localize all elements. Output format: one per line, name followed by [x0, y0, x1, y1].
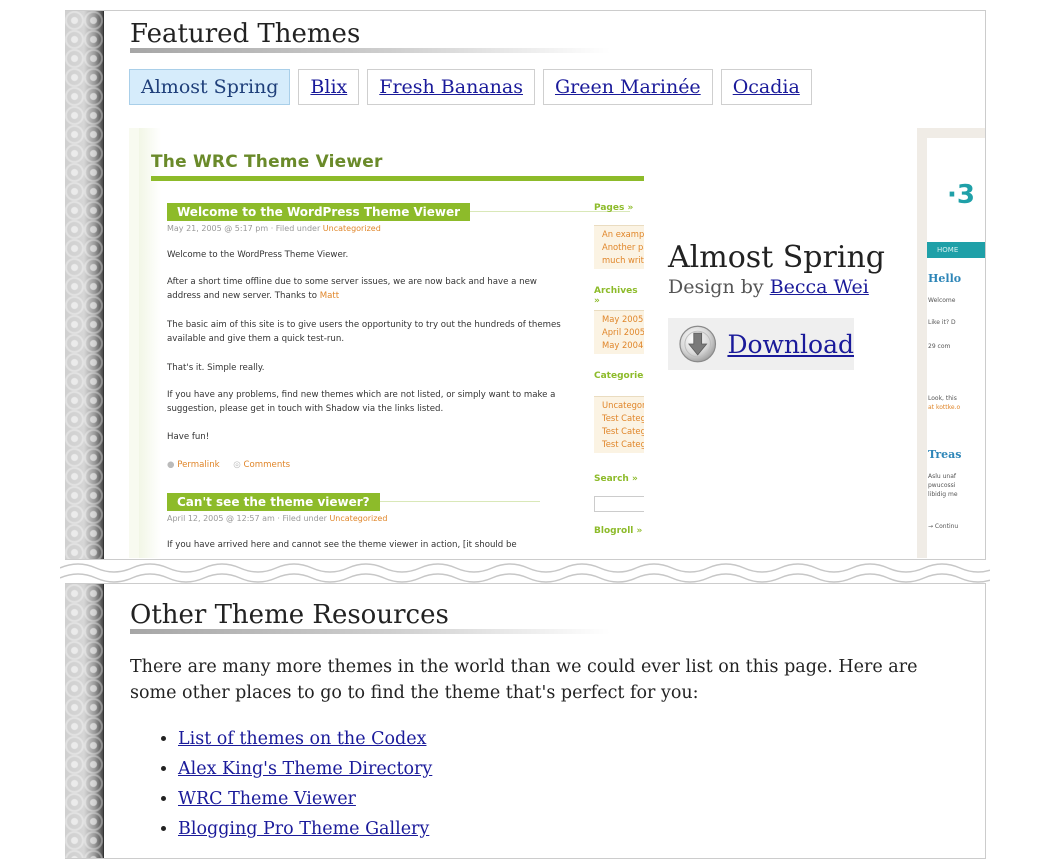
preview-pages-list: An example Another pag much writin — [594, 225, 644, 269]
resources-intro: There are many more themes in the world … — [130, 657, 918, 703]
next-preview-page: ·3 HOME Hello Welcome Like it? D 29 com … — [927, 138, 985, 558]
theme-preview-image[interactable]: The WRC Theme Viewer Welcome to the Word… — [129, 128, 644, 558]
resources-list: List of themes on the Codex Alex King's … — [130, 724, 432, 844]
next-preview-logo: ·3 — [947, 180, 975, 210]
tab-ocadia[interactable]: Ocadia — [720, 69, 812, 105]
next-preview-heading2: Treas — [928, 448, 962, 461]
list-item: WRC Theme Viewer — [178, 784, 432, 814]
preview-post1-p3: The basic aim of this site is to give us… — [167, 320, 561, 344]
tab-fresh-bananas[interactable]: Fresh Bananas — [367, 69, 535, 105]
featured-themes-panel: Featured Themes Almost Spring Blix Fresh… — [65, 10, 986, 560]
designer-link[interactable]: Becca Wei — [770, 276, 869, 298]
preview-post1-meta: May 21, 2005 @ 5:17 pm · Filed under Unc… — [167, 224, 381, 233]
next-preview-heading1: Hello — [928, 272, 962, 285]
preview-categories-heading: Categories — [594, 371, 644, 381]
next-preview-text3: 29 com — [928, 343, 951, 350]
featured-themes-heading: Featured Themes — [130, 19, 610, 53]
theme-info: Almost Spring Design by Becca Wei — [668, 241, 885, 299]
theme-name: Almost Spring — [668, 240, 885, 275]
wrc-theme-viewer-link[interactable]: WRC Theme Viewer — [178, 789, 356, 809]
next-preview-nav: HOME — [927, 242, 985, 258]
preview-search-box — [594, 496, 644, 512]
preview-post1-p1: Welcome to the WordPress Theme Viewer. — [167, 250, 349, 260]
next-preview-text6: → Continu — [928, 523, 959, 530]
next-preview-text2: Like it? D — [928, 319, 956, 326]
blogging-pro-gallery-link[interactable]: Blogging Pro Theme Gallery — [178, 819, 429, 839]
preview-post1-links: ● Permalink ◎ Comments — [167, 460, 291, 470]
preview-archives-list: May 2005 April 2005 May 2004 — [594, 310, 644, 354]
preview-search-heading: Search » — [594, 474, 638, 484]
next-preview-text1: Welcome — [928, 297, 956, 304]
download-link[interactable]: Download — [727, 330, 854, 359]
download-icon — [679, 325, 717, 363]
preview-site-title: The WRC Theme Viewer — [151, 152, 383, 172]
decorative-strip-bottom — [65, 584, 104, 858]
alex-king-directory-link[interactable]: Alex King's Theme Directory — [178, 759, 432, 779]
other-resources-heading: Other Theme Resources — [130, 600, 610, 634]
preview-post2-title: Can't see the theme viewer? — [167, 493, 540, 511]
next-preview-text4: Look, this at kottke.o — [928, 395, 961, 411]
preview-page: The WRC Theme Viewer Welcome to the Word… — [139, 128, 644, 558]
preview-post2-p1: If you have arrived here and cannot see … — [167, 540, 517, 550]
preview-post1-p5: If you have any problems, find new theme… — [167, 390, 556, 414]
next-preview-text5: Aslu unaf pwucossi libidig me — [928, 473, 958, 498]
preview-categories-list: Uncategoriz Test Catego Test Catego Test… — [594, 396, 644, 453]
theme-tabs: Almost Spring Blix Fresh Bananas Green M… — [129, 69, 812, 105]
preview-post1-title: Welcome to the WordPress Theme Viewer — [167, 203, 631, 221]
preview-pages-heading: Pages » — [594, 203, 634, 213]
preview-post2-meta: April 12, 2005 @ 12:57 am · Filed under … — [167, 514, 388, 523]
list-item: Alex King's Theme Directory — [178, 754, 432, 784]
list-item: List of themes on the Codex — [178, 724, 432, 754]
decorative-strip — [65, 11, 104, 559]
preview-post1-p4: That's it. Simple really. — [167, 363, 265, 373]
codex-themes-link[interactable]: List of themes on the Codex — [178, 729, 426, 749]
list-item: Blogging Pro Theme Gallery — [178, 814, 432, 844]
other-resources-panel: Other Theme Resources There are many mor… — [65, 583, 986, 859]
preview-post1-p6: Have fun! — [167, 432, 210, 442]
preview-blogroll-heading: Blogroll » — [594, 526, 643, 536]
theme-designer-line: Design by Becca Wei — [668, 276, 869, 298]
preview-post1-p2: After a short time offline due to some s… — [167, 277, 537, 301]
preview-title-bar — [151, 176, 644, 181]
download-button[interactable]: Download — [668, 318, 854, 370]
preview-archives-heading: Archives » — [594, 286, 638, 306]
next-theme-preview-image[interactable]: ·3 HOME Hello Welcome Like it? D 29 com … — [917, 128, 985, 558]
wavy-divider — [60, 563, 990, 583]
tab-almost-spring[interactable]: Almost Spring — [129, 69, 291, 105]
tab-blix[interactable]: Blix — [298, 69, 360, 105]
tab-green-marinee[interactable]: Green Marinée — [542, 69, 713, 105]
